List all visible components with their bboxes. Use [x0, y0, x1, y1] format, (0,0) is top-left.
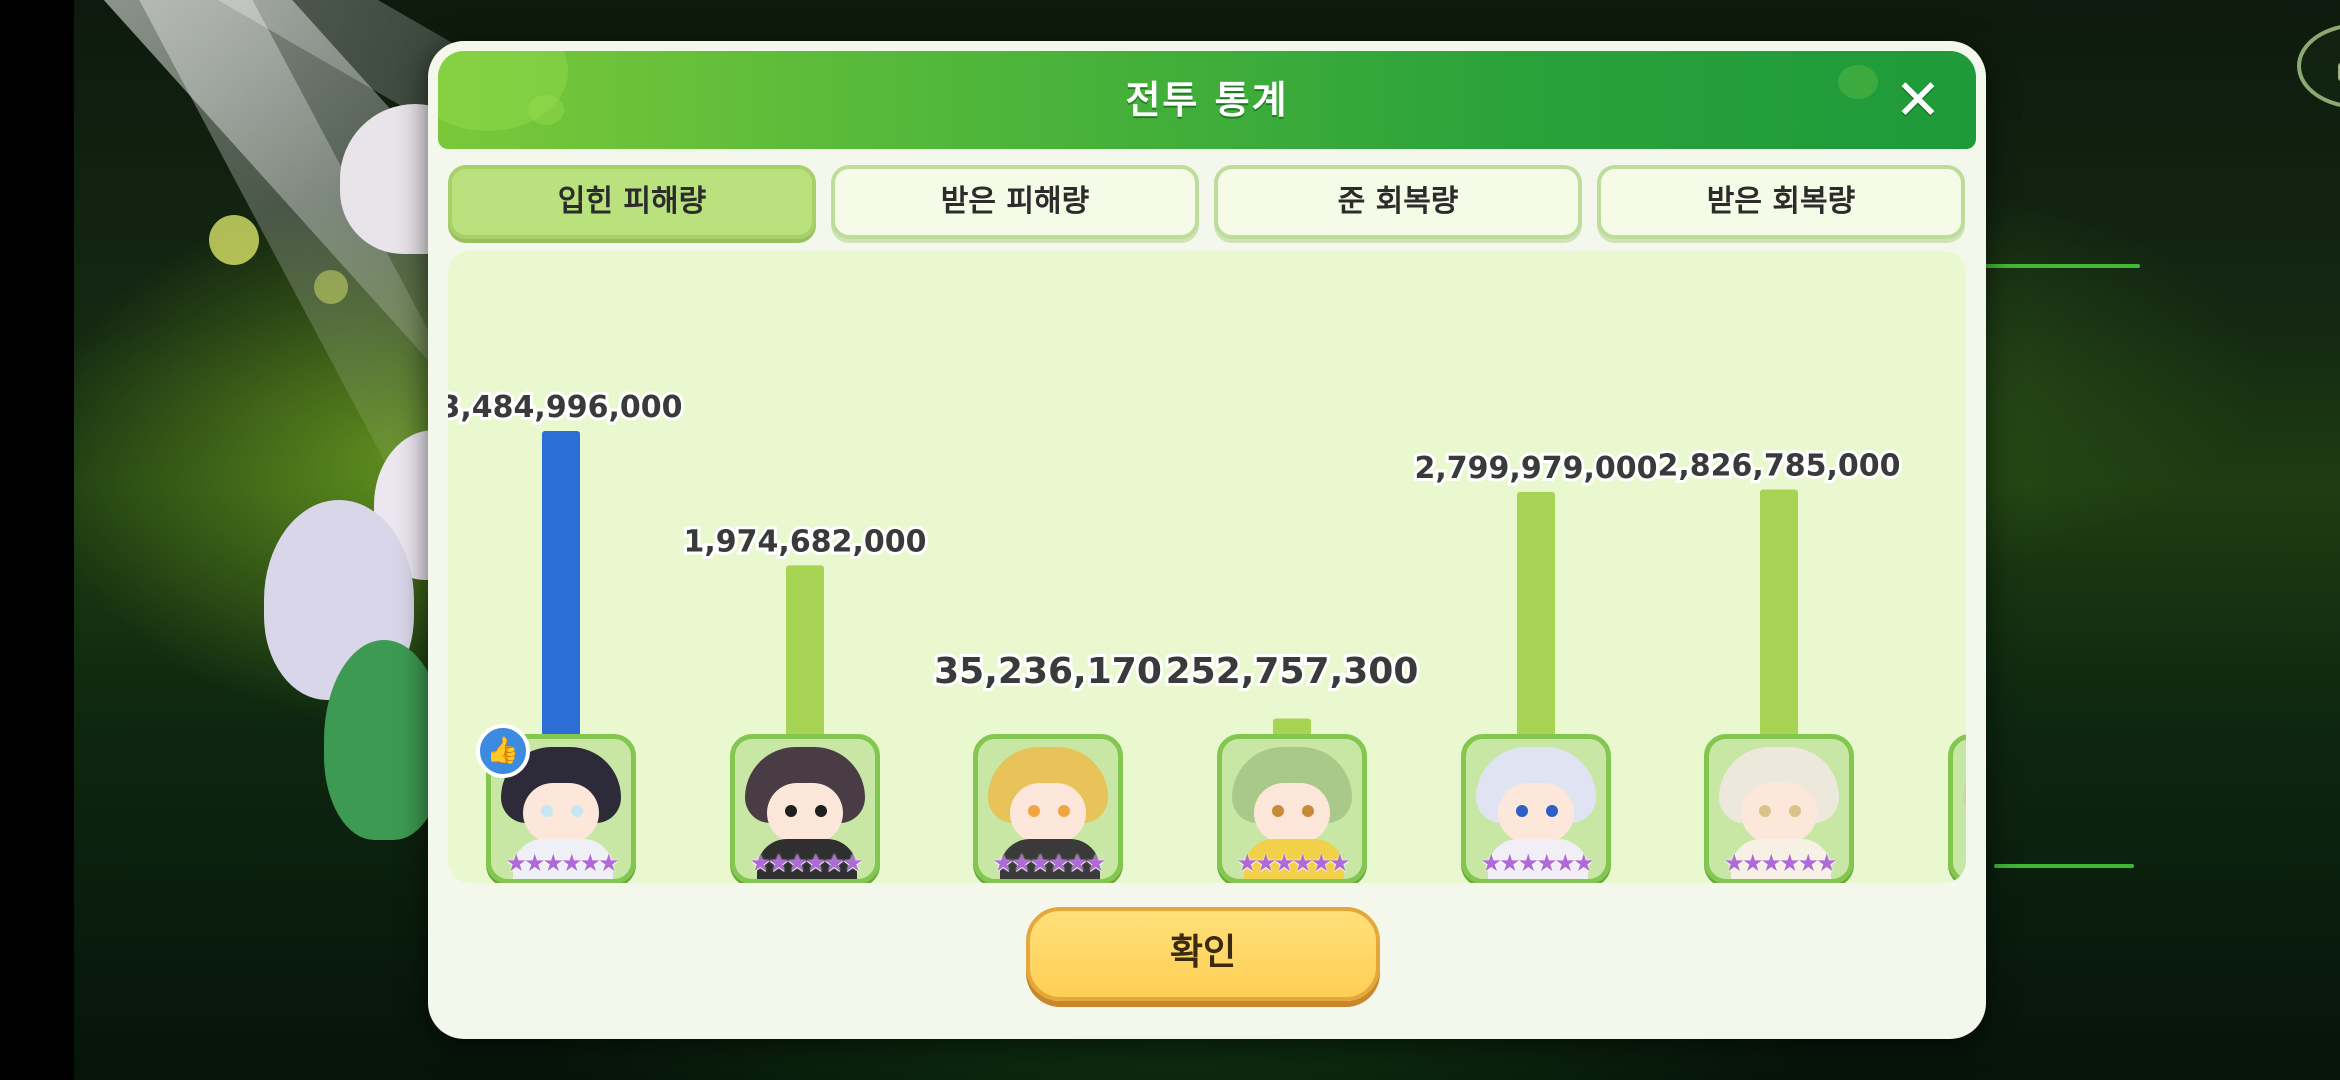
stats-button[interactable] [2297, 23, 2340, 109]
damage-value-label: 3,484,996,000 [448, 390, 682, 425]
tab-damage-taken[interactable]: 받은 피해량 [831, 165, 1199, 239]
character-face [767, 783, 843, 843]
damage-bar [1760, 489, 1798, 741]
character-card[interactable]: ★★★★★★ [1704, 734, 1854, 883]
star-rating-icon: ★★★★★★ [1480, 849, 1594, 877]
damage-bar [1517, 491, 1555, 741]
dialog-title: 전투 통계 [1125, 78, 1289, 122]
battle-stats-dialog: 전투 통계 ✕ 입힌 피해량 받은 피해량 준 회복량 받은 회복량 3,484… [428, 41, 1986, 1039]
thumbs-up-badge-icon: 👍 [476, 724, 530, 778]
damage-bar [542, 431, 580, 741]
star-rating-icon: ★★★★★★ [1723, 849, 1837, 877]
character-eye [1759, 805, 1771, 817]
character-face [1498, 783, 1574, 843]
character-card[interactable]: ★★★★★★ [1948, 734, 1966, 883]
character-card[interactable]: ★★★★★★ [730, 734, 880, 883]
character-face [1741, 783, 1817, 843]
confirm-button[interactable]: 확인 [1026, 907, 1380, 1001]
character-eye [571, 805, 583, 817]
character-eye [1058, 805, 1070, 817]
background-character [324, 640, 444, 840]
character-face [1254, 783, 1330, 843]
character-eye [541, 805, 553, 817]
damage-value-label: 1,974,682,000 [684, 524, 927, 559]
light-orb [209, 215, 259, 265]
character-portrait [1963, 747, 1966, 823]
damage-bar [786, 565, 824, 741]
character-face [523, 783, 599, 843]
damage-value-label: 252,757,300 [1166, 651, 1419, 692]
character-card[interactable]: ★★★★★★ [973, 734, 1123, 883]
decorative-line [1994, 864, 2134, 868]
character-eye [785, 805, 797, 817]
star-rating-icon: ★★★★★★ [992, 849, 1106, 877]
close-icon[interactable]: ✕ [1888, 71, 1948, 131]
damage-value-label: 2,799,979,000 [1415, 451, 1658, 486]
character-eye [1028, 805, 1040, 817]
character-eye [815, 805, 827, 817]
light-orb [314, 270, 348, 304]
decorative-line [1964, 264, 2140, 268]
tab-damage-dealt[interactable]: 입힌 피해량 [448, 165, 816, 239]
character-eye [1302, 805, 1314, 817]
dialog-header: 전투 통계 ✕ [438, 51, 1976, 149]
character-eye [1789, 805, 1801, 817]
damage-value-label: 2,826,785,000 [1658, 449, 1901, 484]
character-card[interactable]: ★★★★★★ [1461, 734, 1611, 883]
character-card[interactable]: ★★★★★★ [1217, 734, 1367, 883]
character-eye [1546, 805, 1558, 817]
tab-healing-given[interactable]: 준 회복량 [1214, 165, 1582, 239]
character-face [1010, 783, 1086, 843]
star-rating-icon: ★★★★★★ [1953, 849, 1966, 877]
star-rating-icon: ★★★★★★ [505, 849, 619, 877]
star-rating-icon: ★★★★★★ [1236, 849, 1350, 877]
character-eye [1516, 805, 1528, 817]
damage-value-label: 35,236,170 [934, 651, 1162, 692]
star-rating-icon: ★★★★★★ [749, 849, 863, 877]
tab-healing-received[interactable]: 받은 회복량 [1597, 165, 1965, 239]
chart-panel: 3,484,996,000 1,974,682,000 35,236,170 252,… [448, 251, 1966, 883]
character-eye [1272, 805, 1284, 817]
